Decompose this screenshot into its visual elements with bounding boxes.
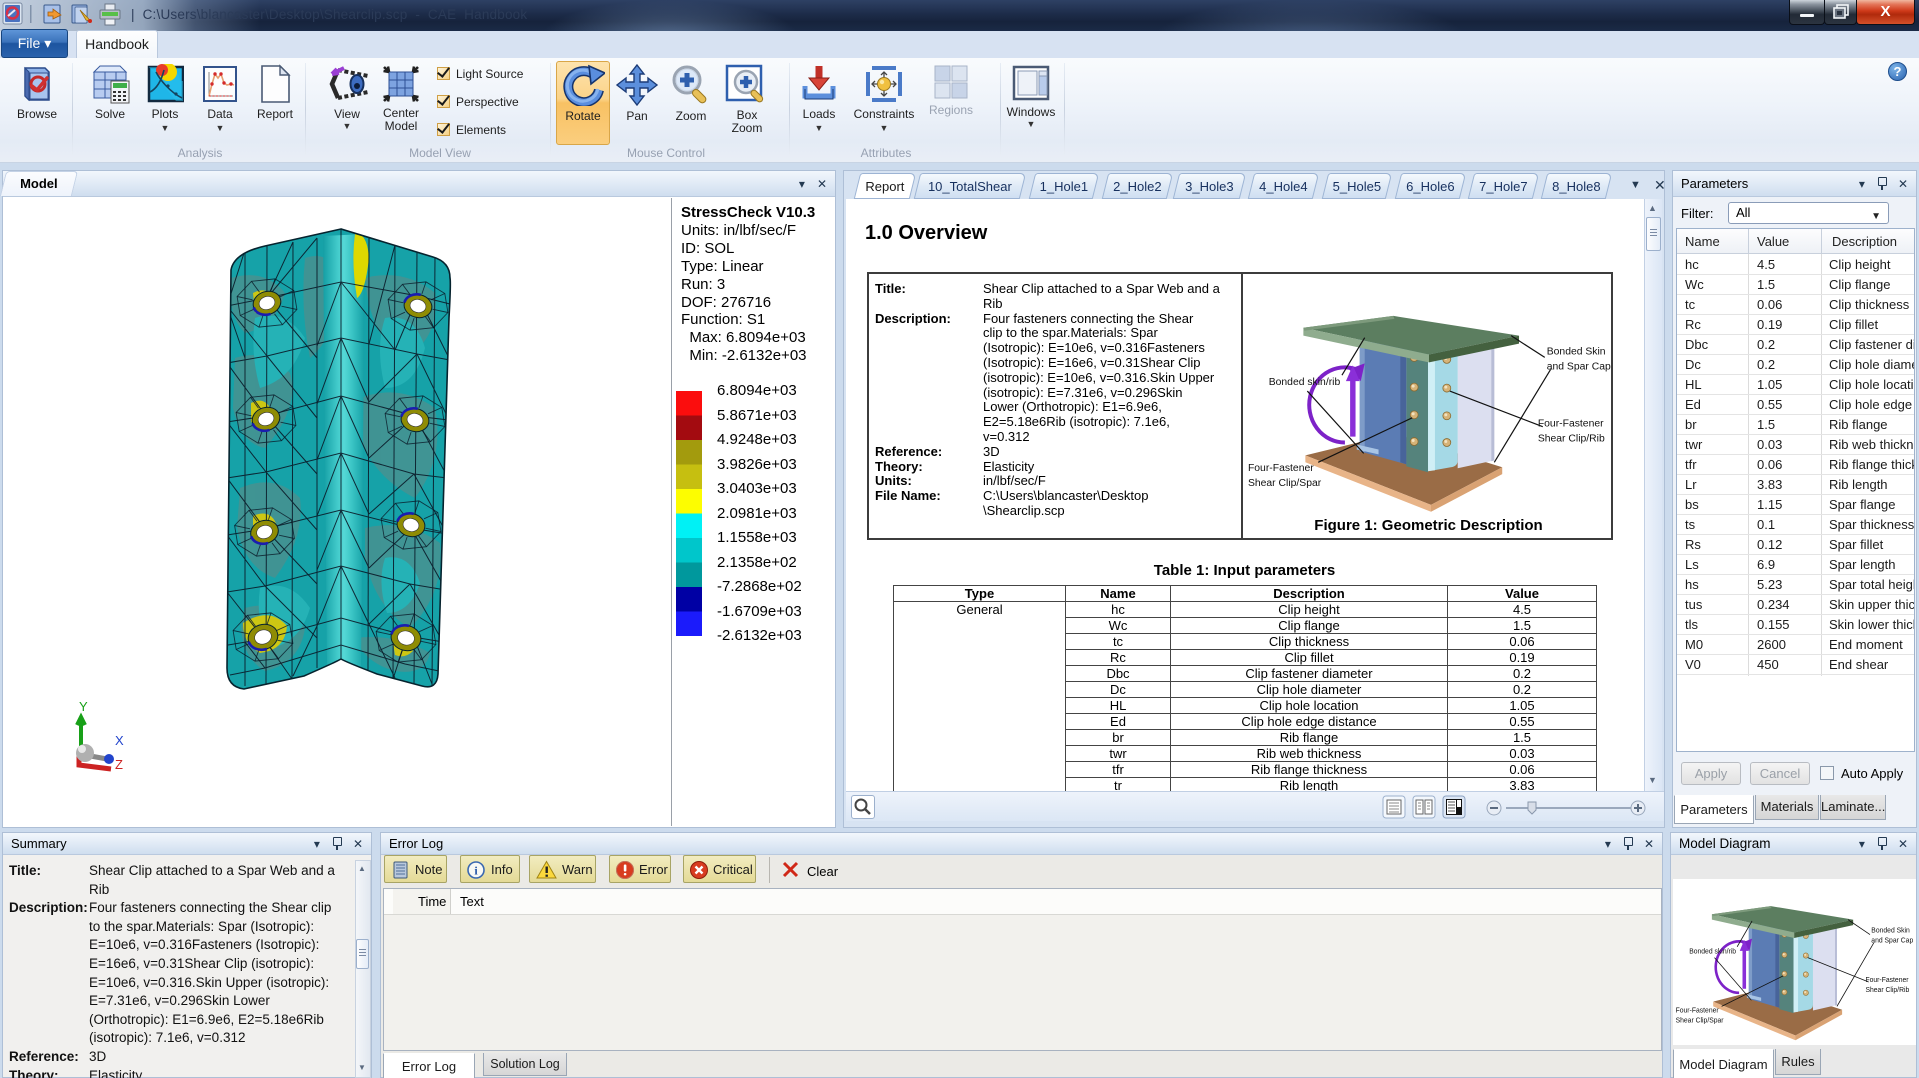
svg-text:Y: Y — [79, 699, 88, 714]
svg-text:Z: Z — [115, 757, 123, 772]
svg-text:X: X — [115, 733, 124, 748]
